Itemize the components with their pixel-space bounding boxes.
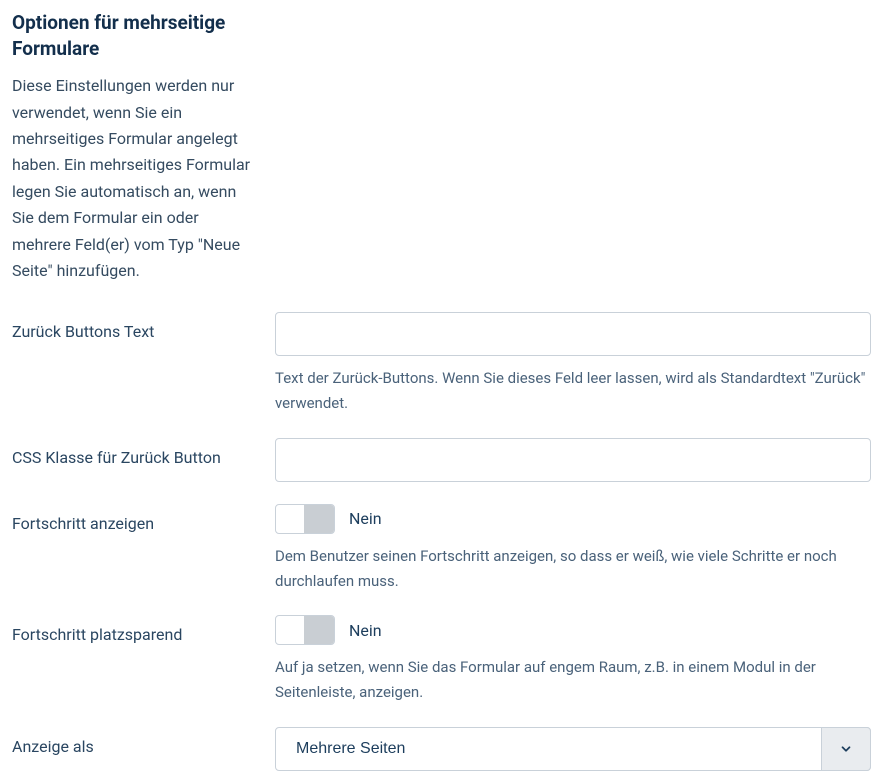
compact-progress-help: Auf ja setzen, wenn Sie das Formular auf… <box>275 655 871 705</box>
show-progress-state: Nein <box>349 509 382 528</box>
section-title: Optionen für mehrseitige Formulare <box>12 10 255 61</box>
back-button-css-label: CSS Klasse für Zurück Button <box>12 438 275 467</box>
compact-progress-label: Fortschritt platzsparend <box>12 615 275 644</box>
toggle-knob <box>304 505 334 533</box>
back-button-text-input[interactable] <box>275 312 871 356</box>
back-button-css-input[interactable] <box>275 438 871 482</box>
back-button-text-label: Zurück Buttons Text <box>12 312 275 341</box>
compact-progress-state: Nein <box>349 621 382 640</box>
toggle-knob <box>304 616 334 644</box>
compact-progress-toggle[interactable] <box>275 615 335 645</box>
show-progress-help: Dem Benutzer seinen Fortschritt anzeigen… <box>275 544 871 594</box>
show-progress-toggle[interactable] <box>275 504 335 534</box>
section-description: Diese Einstellungen werden nur verwendet… <box>12 73 255 284</box>
display-as-label: Anzeige als <box>12 727 275 756</box>
display-as-select[interactable]: Mehrere Seiten <box>275 727 871 771</box>
show-progress-label: Fortschritt anzeigen <box>12 504 275 533</box>
back-button-text-help: Text der Zurück-Buttons. Wenn Sie dieses… <box>275 366 871 416</box>
